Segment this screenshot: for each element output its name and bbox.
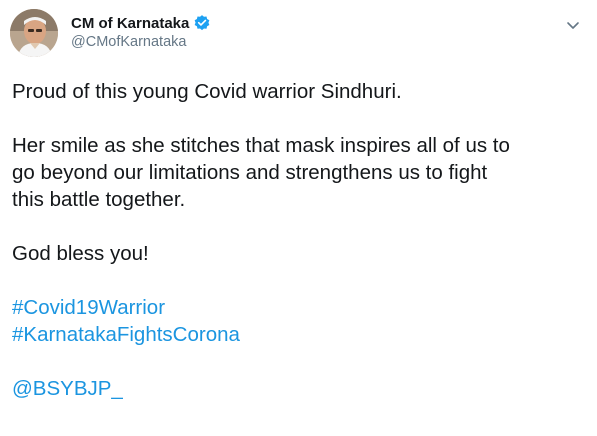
hashtag-link[interactable]: #Covid19Warrior xyxy=(12,296,165,319)
author-handle[interactable]: @CMofKarnataka xyxy=(71,34,211,50)
tweet-header: CM of Karnataka @CMofKarnataka xyxy=(10,9,585,61)
mention-link[interactable]: @BSYBJP_ xyxy=(12,377,123,400)
tweet-line: go beyond our limitations and strengthen… xyxy=(12,161,488,184)
display-name[interactable]: CM of Karnataka xyxy=(71,15,189,32)
tweet-line: Her smile as she stitches that mask insp… xyxy=(12,134,510,157)
tweet-line: this battle together. xyxy=(12,188,186,211)
tweet-line: God bless you! xyxy=(12,242,149,265)
chevron-down-icon[interactable] xyxy=(565,17,581,33)
avatar-photo xyxy=(10,9,58,57)
tweet-text: Proud of this young Covid warrior Sindhu… xyxy=(12,78,587,402)
author-names: CM of Karnataka @CMofKarnataka xyxy=(71,13,211,50)
verified-badge-icon xyxy=(193,14,211,32)
tweet-card: CM of Karnataka @CMofKarnataka Proud of … xyxy=(0,0,597,436)
hashtag-link[interactable]: #KarnatakaFightsCorona xyxy=(12,323,240,346)
display-name-row: CM of Karnataka xyxy=(71,13,211,33)
tweet-line: Proud of this young Covid warrior Sindhu… xyxy=(12,80,402,103)
avatar[interactable] xyxy=(10,9,58,57)
